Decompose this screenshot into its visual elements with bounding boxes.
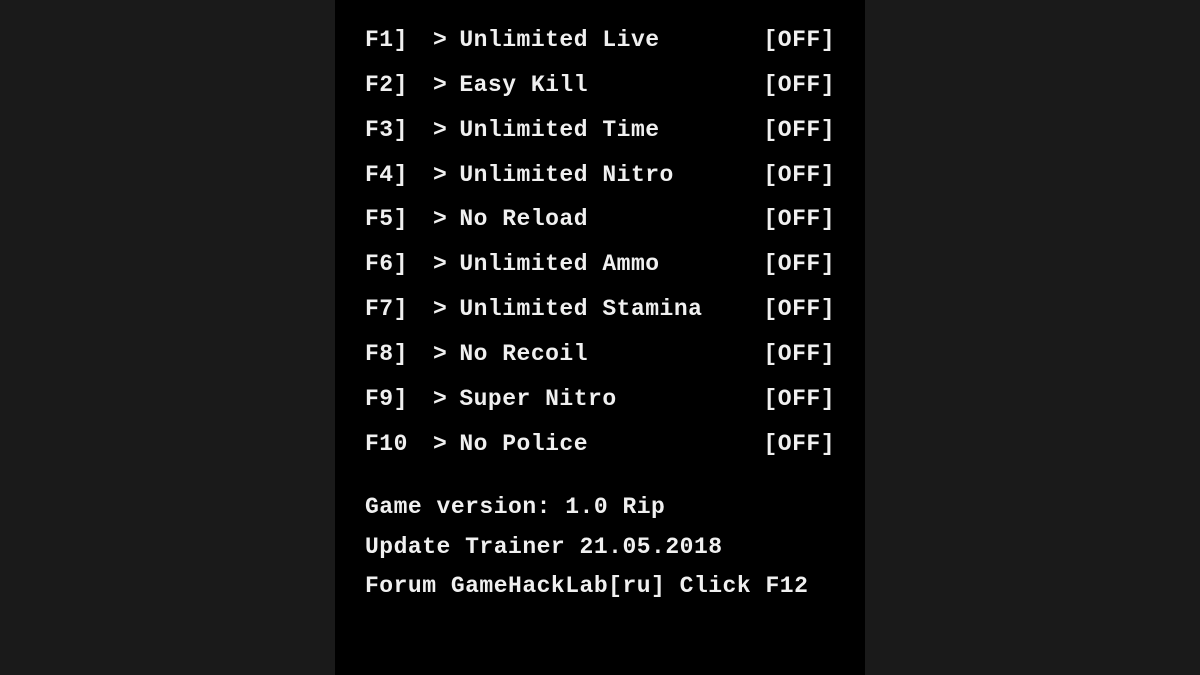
cheat-arrow: > — [433, 63, 447, 108]
cheat-arrow: > — [433, 332, 447, 377]
forum-link-hint[interactable]: Forum GameHackLab[ru] Click F12 — [365, 567, 835, 606]
cheat-key: F1] — [365, 18, 433, 63]
cheat-list: F1] > Unlimited Live [OFF] F2] > Easy Ki… — [365, 18, 835, 466]
cheat-state: [OFF] — [763, 153, 835, 198]
cheat-state: [OFF] — [763, 422, 835, 467]
cheat-key: F9] — [365, 377, 433, 422]
cheat-key: F5] — [365, 197, 433, 242]
cheat-state: [OFF] — [763, 287, 835, 332]
cheat-row[interactable]: F3] > Unlimited Time [OFF] — [365, 108, 835, 153]
cheat-key: F8] — [365, 332, 433, 377]
trainer-update-date: Update Trainer 21.05.2018 — [365, 528, 835, 567]
cheat-label: Unlimited Ammo — [459, 242, 763, 287]
cheat-arrow: > — [433, 422, 447, 467]
cheat-row[interactable]: F2] > Easy Kill [OFF] — [365, 63, 835, 108]
cheat-arrow: > — [433, 377, 447, 422]
cheat-key: F4] — [365, 153, 433, 198]
cheat-label: Super Nitro — [459, 377, 763, 422]
cheat-label: Easy Kill — [459, 63, 763, 108]
cheat-row[interactable]: F9] > Super Nitro [OFF] — [365, 377, 835, 422]
cheat-arrow: > — [433, 287, 447, 332]
cheat-label: No Recoil — [459, 332, 763, 377]
cheat-state: [OFF] — [763, 332, 835, 377]
cheat-row[interactable]: F4] > Unlimited Nitro [OFF] — [365, 153, 835, 198]
footer-info: Game version: 1.0 Rip Update Trainer 21.… — [365, 488, 835, 605]
cheat-row[interactable]: F1] > Unlimited Live [OFF] — [365, 18, 835, 63]
cheat-row[interactable]: F6] > Unlimited Ammo [OFF] — [365, 242, 835, 287]
cheat-arrow: > — [433, 197, 447, 242]
cheat-label: Unlimited Stamina — [459, 287, 763, 332]
cheat-key: F2] — [365, 63, 433, 108]
cheat-state: [OFF] — [763, 108, 835, 153]
cheat-arrow: > — [433, 153, 447, 198]
cheat-arrow: > — [433, 242, 447, 287]
cheat-key: F7] — [365, 287, 433, 332]
cheat-row[interactable]: F7] > Unlimited Stamina [OFF] — [365, 287, 835, 332]
cheat-label: Unlimited Live — [459, 18, 763, 63]
cheat-row[interactable]: F8] > No Recoil [OFF] — [365, 332, 835, 377]
cheat-row[interactable]: F5] > No Reload [OFF] — [365, 197, 835, 242]
cheat-label: No Reload — [459, 197, 763, 242]
cheat-arrow: > — [433, 18, 447, 63]
cheat-row[interactable]: F10 > No Police [OFF] — [365, 422, 835, 467]
cheat-label: No Police — [459, 422, 763, 467]
cheat-key: F3] — [365, 108, 433, 153]
trainer-panel: F1] > Unlimited Live [OFF] F2] > Easy Ki… — [335, 0, 865, 675]
cheat-state: [OFF] — [763, 242, 835, 287]
cheat-key: F10 — [365, 422, 433, 467]
game-version: Game version: 1.0 Rip — [365, 488, 835, 527]
cheat-label: Unlimited Nitro — [459, 153, 763, 198]
cheat-label: Unlimited Time — [459, 108, 763, 153]
cheat-state: [OFF] — [763, 197, 835, 242]
cheat-key: F6] — [365, 242, 433, 287]
cheat-arrow: > — [433, 108, 447, 153]
cheat-state: [OFF] — [763, 377, 835, 422]
cheat-state: [OFF] — [763, 18, 835, 63]
cheat-state: [OFF] — [763, 63, 835, 108]
